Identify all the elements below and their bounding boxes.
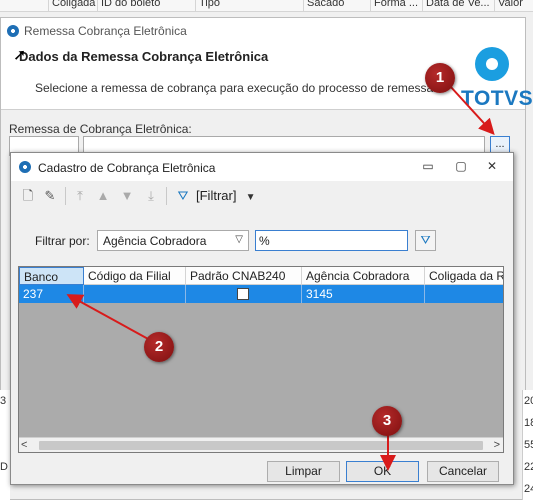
- annotation-badge-2: 2: [144, 332, 174, 362]
- filter-field-value: Agência Cobradora: [103, 234, 207, 248]
- cadastro-dialog-titlebar[interactable]: Cadastro de Cobrança Eletrônica ▭ ▢ ✕: [11, 153, 513, 181]
- col-header-coligada[interactable]: Coligada da Re: [425, 267, 503, 285]
- funnel-icon: ⛛: [420, 233, 431, 247]
- toolbar-separator: [65, 187, 66, 205]
- col-header-banco[interactable]: Banco: [19, 267, 84, 285]
- bg-left-cell: D: [0, 461, 8, 473]
- bg-right-cell: 22: [524, 461, 533, 473]
- bg-col-data-venc: Data de Ve...: [422, 0, 490, 11]
- previous-record-icon[interactable]: ▲: [95, 188, 111, 204]
- background-grid-header: Coligada ID do boleto Tipo Sacado Forma …: [0, 0, 533, 12]
- apply-filter-button[interactable]: ⛛: [415, 230, 436, 251]
- filter-icon[interactable]: ⛛: [175, 188, 191, 204]
- minimize-button[interactable]: ▭: [421, 159, 435, 173]
- last-record-icon[interactable]: ⤓: [143, 188, 159, 204]
- bg-right-cell: 55: [524, 439, 533, 451]
- wizard-subtitle: Selecione a remessa de cobrança para exe…: [35, 81, 437, 95]
- new-document-icon[interactable]: 🗋: [20, 188, 36, 204]
- background-left-column: 3 D: [0, 390, 10, 500]
- bg-right-cell: 18: [524, 417, 533, 429]
- window-icon: [7, 25, 19, 37]
- bg-col-sacado: Sacado: [303, 0, 344, 11]
- edit-icon[interactable]: ✎: [42, 188, 58, 204]
- filter-value-input[interactable]: %: [255, 230, 408, 251]
- horizontal-scrollbar[interactable]: < >: [19, 437, 503, 452]
- bg-left-cell: [0, 478, 10, 500]
- filter-field-select[interactable]: Agência Cobradora ▽: [97, 230, 249, 251]
- cadastro-dialog-title: Cadastro de Cobrança Eletrônica: [38, 161, 216, 175]
- results-grid: Banco Código da Filial Padrão CNAB240 Ag…: [18, 266, 504, 453]
- ok-button[interactable]: OK: [346, 461, 419, 482]
- cadastro-toolbar: 🗋 ✎ ⤒ ▲ ▼ ⤓ ⛛ [Filtrar] ▼: [11, 181, 513, 211]
- cell-agencia-cobradora: 3145: [302, 285, 425, 303]
- scrollbar-thumb[interactable]: [39, 441, 483, 450]
- grid-header: Banco Código da Filial Padrão CNAB240 Ag…: [19, 267, 503, 285]
- toolbar-separator: [166, 187, 167, 205]
- table-row[interactable]: 237 3145: [19, 285, 503, 303]
- filter-menu-label: [Filtrar]: [196, 188, 237, 203]
- scroll-right-icon[interactable]: >: [494, 439, 500, 451]
- filter-menu-button[interactable]: [Filtrar] ▼: [196, 188, 256, 203]
- col-header-agencia-cobradora[interactable]: Agência Cobradora: [302, 267, 425, 285]
- cadastro-dialog: Cadastro de Cobrança Eletrônica ▭ ▢ ✕ 🗋 …: [10, 152, 514, 485]
- bg-left-cell: [0, 434, 10, 456]
- restore-button[interactable]: ▢: [454, 159, 468, 173]
- bg-col-forma: Forma ...: [370, 0, 418, 11]
- chevron-down-icon: ▼: [240, 192, 256, 203]
- window-icon: [19, 161, 31, 173]
- scroll-left-icon[interactable]: <: [21, 439, 27, 451]
- bg-col-coligada: Coligada: [48, 0, 95, 11]
- limpar-button[interactable]: Limpar: [267, 461, 340, 482]
- chevron-down-icon: ▽: [235, 234, 243, 245]
- totvs-logo-icon: [475, 47, 509, 81]
- close-button[interactable]: ✕: [485, 159, 499, 173]
- mouse-cursor-icon: ➚: [13, 47, 27, 64]
- remessa-dialog-titlebar[interactable]: Remessa Cobrança Eletrônica: [1, 18, 525, 44]
- cancelar-button[interactable]: Cancelar: [427, 461, 499, 482]
- cnab240-checkbox[interactable]: [237, 288, 249, 300]
- bg-right-cell: 20: [524, 395, 533, 407]
- filter-by-label: Filtrar por:: [35, 234, 90, 248]
- remessa-field-label: Remessa de Cobrança Eletrônica:: [9, 122, 192, 136]
- col-header-codigo-filial[interactable]: Código da Filial: [84, 267, 186, 285]
- bg-col-valor: Valor: [494, 0, 523, 11]
- cell-coligada: [425, 285, 503, 303]
- bg-right-cell: 24: [524, 483, 533, 495]
- cell-banco: 237: [19, 285, 84, 303]
- col-header-padrao-cnab240[interactable]: Padrão CNAB240: [186, 267, 302, 285]
- next-record-icon[interactable]: ▼: [119, 188, 135, 204]
- bg-left-cell: [0, 412, 10, 434]
- wizard-heading: Dados da Remessa Cobrança Eletrônica: [19, 49, 269, 64]
- cell-codigo-filial: [84, 285, 186, 303]
- bg-col-id-boleto: ID do boleto: [97, 0, 160, 11]
- bg-left-cell: 3: [0, 395, 7, 407]
- first-record-icon[interactable]: ⤒: [72, 188, 88, 204]
- annotation-badge-3: 3: [372, 406, 402, 436]
- totvs-logo-text: TOTVS: [461, 87, 533, 110]
- bg-col-tipo: Tipo: [195, 0, 220, 11]
- background-right-column: 20 18 55 22 24: [522, 390, 533, 500]
- annotation-badge-1: 1: [425, 63, 455, 93]
- remessa-dialog-title: Remessa Cobrança Eletrônica: [24, 24, 187, 38]
- cell-padrao-cnab240: [186, 285, 302, 303]
